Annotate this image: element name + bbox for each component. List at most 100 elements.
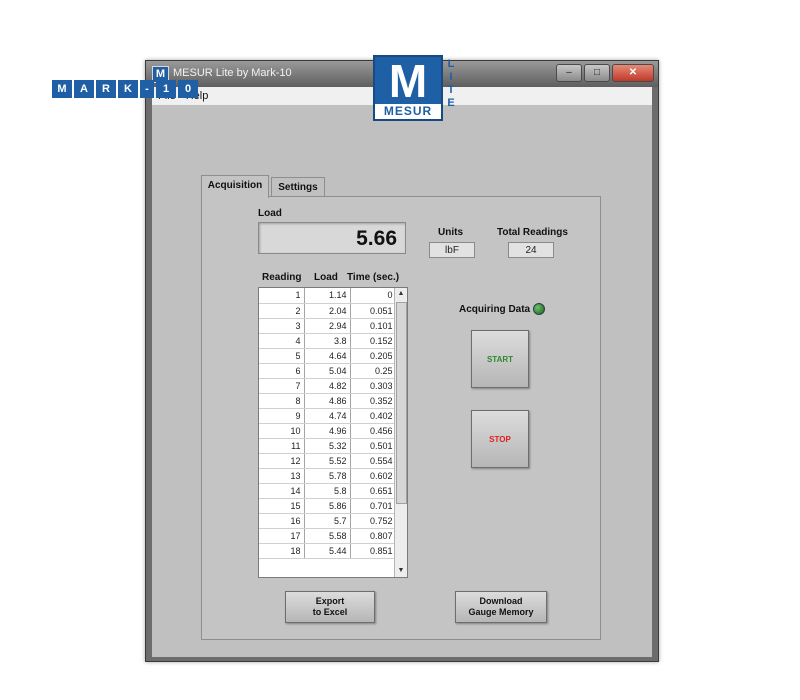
cell-reading: 5 <box>259 348 305 364</box>
cell-load: 3.8 <box>304 333 351 349</box>
maximize-button[interactable]: □ <box>584 64 610 82</box>
cell-reading: 8 <box>259 393 305 409</box>
cell-reading: 10 <box>259 423 305 439</box>
cell-time: 0.051 <box>350 303 397 319</box>
cell-load: 5.52 <box>304 453 351 469</box>
mark10-logo-letter: 1 <box>156 80 176 98</box>
cell-time: 0.807 <box>350 528 397 544</box>
window-controls: ‒ □ ✕ <box>556 64 654 82</box>
window-title: MESUR Lite by Mark-10 <box>173 67 292 79</box>
cell-reading: 3 <box>259 318 305 334</box>
mark10-logo: MARK-10 <box>52 80 198 98</box>
cell-time: 0.25 <box>350 363 397 379</box>
mark10-logo-letter: R <box>96 80 116 98</box>
load-label: Load <box>258 208 282 219</box>
cell-time: 0.851 <box>350 543 397 559</box>
load-display: 5.66 <box>258 222 406 254</box>
table-row[interactable]: 12 5.52 0.554 <box>259 453 397 469</box>
cell-load: 5.04 <box>304 363 351 379</box>
acquiring-status-light <box>533 303 545 315</box>
readings-grid: 1 1.14 0 2 2.04 0.051 3 2.94 0.101 4 3.8 0.152 5 4.64… <box>259 288 397 559</box>
scroll-up-icon[interactable]: ▲ <box>395 288 407 300</box>
cell-load: 5.44 <box>304 543 351 559</box>
mark10-logo-letter: K <box>118 80 138 98</box>
download-button-line2: Gauge Memory <box>468 607 534 617</box>
lite-logo-text: LITE <box>445 58 457 110</box>
table-row[interactable]: 10 4.96 0.456 <box>259 423 397 439</box>
lite-logo-letter: I <box>449 71 453 83</box>
cell-load: 5.86 <box>304 498 351 514</box>
cell-load: 5.78 <box>304 468 351 484</box>
lite-logo-letter: L <box>447 58 455 70</box>
scroll-down-icon[interactable]: ▼ <box>395 565 407 577</box>
download-gauge-memory-button[interactable]: Download Gauge Memory <box>455 591 547 623</box>
cell-reading: 9 <box>259 408 305 424</box>
cell-load: 5.58 <box>304 528 351 544</box>
cell-time: 0 <box>350 288 397 304</box>
acquiring-label: Acquiring Data <box>459 304 531 315</box>
cell-time: 0.752 <box>350 513 397 529</box>
table-row[interactable]: 17 5.58 0.807 <box>259 528 397 544</box>
scrollbar-thumb[interactable] <box>396 302 407 504</box>
total-readings-value: 24 <box>508 242 554 258</box>
table-row[interactable]: 1 1.14 0 <box>259 288 397 304</box>
readings-table[interactable]: 1 1.14 0 2 2.04 0.051 3 2.94 0.101 4 3.8 0.152 5 4.64… <box>258 287 408 578</box>
mark10-logo-letter: 0 <box>178 80 198 98</box>
cell-time: 0.602 <box>350 468 397 484</box>
table-row[interactable]: 4 3.8 0.152 <box>259 333 397 349</box>
table-row[interactable]: 6 5.04 0.25 <box>259 363 397 379</box>
table-row[interactable]: 8 4.86 0.352 <box>259 393 397 409</box>
cell-load: 4.82 <box>304 378 351 394</box>
export-to-excel-button[interactable]: Export to Excel <box>285 591 375 623</box>
cell-time: 0.101 <box>350 318 397 334</box>
cell-reading: 12 <box>259 453 305 469</box>
load-value: 5.66 <box>356 227 397 250</box>
table-row[interactable]: 5 4.64 0.205 <box>259 348 397 364</box>
cell-time: 0.402 <box>350 408 397 424</box>
tab-acquisition[interactable]: Acquisition <box>201 175 269 198</box>
table-row[interactable]: 16 5.7 0.752 <box>259 513 397 529</box>
cell-load: 4.74 <box>304 408 351 424</box>
cell-reading: 17 <box>259 528 305 544</box>
cell-load: 5.7 <box>304 513 351 529</box>
cell-time: 0.501 <box>350 438 397 454</box>
mesur-logo-word: MESUR <box>375 104 441 119</box>
stop-button[interactable]: STOP <box>471 410 529 468</box>
start-button[interactable]: START <box>471 330 529 388</box>
cell-load: 4.96 <box>304 423 351 439</box>
table-row[interactable]: 11 5.32 0.501 <box>259 438 397 454</box>
cell-reading: 14 <box>259 483 305 499</box>
cell-reading: 2 <box>259 303 305 319</box>
download-button-line1: Download <box>479 596 523 606</box>
cell-reading: 7 <box>259 378 305 394</box>
cell-load: 5.32 <box>304 438 351 454</box>
mark10-logo-letter: A <box>74 80 94 98</box>
cell-load: 2.04 <box>304 303 351 319</box>
cell-load: 5.8 <box>304 483 351 499</box>
minimize-button[interactable]: ‒ <box>556 64 582 82</box>
table-scrollbar[interactable]: ▲ ▼ <box>394 288 407 577</box>
table-row[interactable]: 14 5.8 0.651 <box>259 483 397 499</box>
cell-load: 1.14 <box>304 288 351 304</box>
close-button[interactable]: ✕ <box>612 64 654 82</box>
table-row[interactable]: 18 5.44 0.851 <box>259 543 397 559</box>
cell-load: 4.86 <box>304 393 351 409</box>
cell-time: 0.303 <box>350 378 397 394</box>
table-row[interactable]: 7 4.82 0.303 <box>259 378 397 394</box>
cell-load: 4.64 <box>304 348 351 364</box>
cell-reading: 15 <box>259 498 305 514</box>
cell-time: 0.554 <box>350 453 397 469</box>
cell-reading: 16 <box>259 513 305 529</box>
units-label: Units <box>438 227 463 238</box>
table-row[interactable]: 13 5.78 0.602 <box>259 468 397 484</box>
table-row[interactable]: 3 2.94 0.101 <box>259 318 397 334</box>
cell-reading: 13 <box>259 468 305 484</box>
mark10-logo-letter: M <box>52 80 72 98</box>
cell-time: 0.651 <box>350 483 397 499</box>
units-value: lbF <box>429 242 475 258</box>
table-row[interactable]: 15 5.86 0.701 <box>259 498 397 514</box>
table-row[interactable]: 9 4.74 0.402 <box>259 408 397 424</box>
table-row[interactable]: 2 2.04 0.051 <box>259 303 397 319</box>
cell-time: 0.205 <box>350 348 397 364</box>
tab-settings[interactable]: Settings <box>271 177 325 198</box>
